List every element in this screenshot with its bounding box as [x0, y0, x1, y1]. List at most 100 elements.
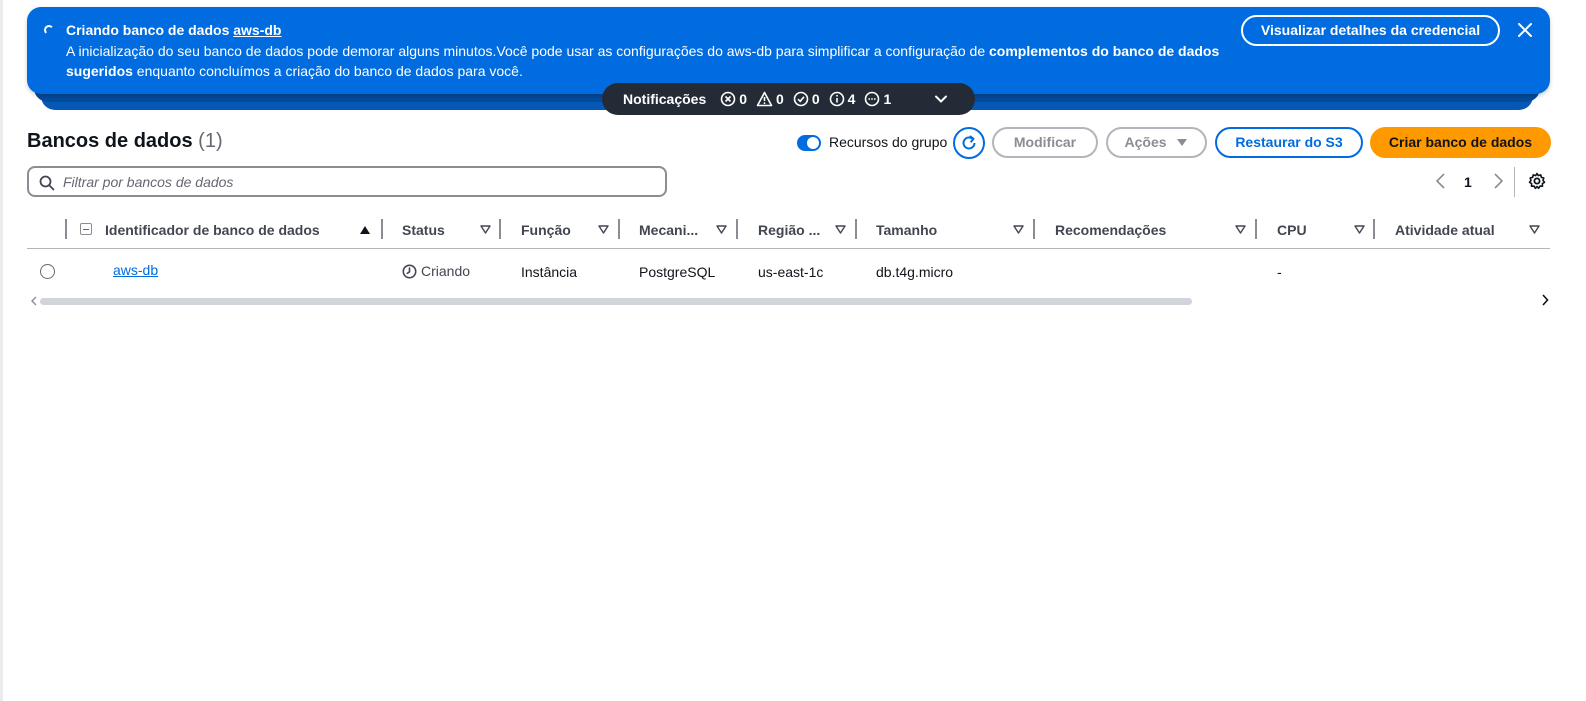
- flash-title-text: Criando banco de dados: [66, 22, 234, 38]
- sort-ascending-icon: [360, 226, 370, 234]
- error-count: 0: [720, 91, 747, 107]
- sort-icon: [1529, 225, 1540, 234]
- in-progress-icon: [865, 91, 880, 107]
- error-count-value: 0: [739, 91, 748, 107]
- sort-icon: [480, 225, 491, 234]
- gear-icon[interactable]: [1528, 172, 1546, 190]
- sort-icon: [1235, 225, 1246, 234]
- column-divider: [1373, 219, 1375, 239]
- column-divider: [65, 219, 67, 239]
- filter-box[interactable]: [27, 166, 667, 197]
- column-header-label: Função: [521, 222, 571, 238]
- row-select-radio[interactable]: [40, 264, 55, 279]
- next-page-icon[interactable]: [1490, 172, 1506, 190]
- engine-cell: PostgreSQL: [639, 264, 716, 280]
- left-border: [0, 0, 3, 701]
- modify-button[interactable]: Modificar: [992, 127, 1098, 158]
- clock-icon: [402, 264, 417, 278]
- page-title: Bancos de dados (1): [27, 130, 223, 153]
- table-header: Identificador de banco de dados Status F…: [27, 212, 1550, 249]
- search-icon: [39, 175, 55, 191]
- warning-count: 0: [756, 91, 784, 107]
- refresh-icon: [962, 135, 976, 150]
- restore-from-s3-button[interactable]: Restaurar do S3: [1215, 127, 1363, 158]
- role-cell: Instância: [521, 264, 578, 280]
- info-count-value: 4: [847, 91, 856, 107]
- current-page[interactable]: 1: [1464, 174, 1472, 190]
- group-resources-label: Recursos do grupo: [829, 134, 948, 150]
- table-row[interactable]: aws-db Criando Instância PostgreSQL us-e…: [27, 250, 1550, 292]
- column-divider: [618, 219, 620, 239]
- flash-body-text-end: enquanto concluímos a criação do banco d…: [132, 63, 523, 79]
- create-database-button[interactable]: Criar banco de dados: [1370, 127, 1551, 158]
- column-header-label: Mecani...: [639, 222, 699, 238]
- column-header-label: CPU: [1277, 222, 1307, 238]
- column-divider: [381, 219, 383, 239]
- flash-body: A inicialização do seu banco de dados po…: [66, 41, 1226, 81]
- region-cell: us-east-1c: [758, 264, 824, 280]
- select-all-checkbox[interactable]: [80, 223, 92, 235]
- actions-label: Ações: [1124, 134, 1167, 150]
- cpu-cell: -: [1277, 264, 1282, 280]
- info-icon: [829, 91, 844, 107]
- column-header-size[interactable]: Tamanho: [876, 212, 1034, 248]
- sort-icon: [1354, 225, 1365, 234]
- success-count: 0: [793, 91, 820, 107]
- flash-title-db: aws-db: [233, 22, 282, 38]
- status-text: Criando: [421, 263, 471, 279]
- sort-icon: [716, 225, 727, 234]
- flash-title: Criando banco de dados aws-db: [66, 22, 281, 38]
- toggle-knob: [807, 137, 819, 149]
- column-divider: [855, 219, 857, 239]
- warning-count-value: 0: [776, 91, 784, 107]
- column-header-current-activity[interactable]: Atividade atual: [1395, 212, 1550, 248]
- in-progress-count-value: 1: [883, 91, 892, 107]
- column-header-recommendations[interactable]: Recomendações: [1055, 212, 1256, 248]
- success-icon: [793, 91, 809, 107]
- sort-icon: [598, 225, 609, 234]
- warning-icon: [756, 91, 773, 107]
- in-progress-count: 1: [864, 91, 891, 107]
- scroll-left-icon[interactable]: [30, 296, 38, 306]
- success-count-value: 0: [811, 91, 820, 107]
- db-count: (1): [198, 130, 223, 152]
- column-header-label: Região ...: [758, 222, 821, 238]
- scroll-right-icon[interactable]: [1541, 294, 1549, 306]
- column-divider: [1033, 219, 1035, 239]
- column-header-label: Atividade atual: [1395, 222, 1495, 238]
- filter-input[interactable]: [63, 172, 653, 192]
- sort-icon: [835, 225, 846, 234]
- actions-dropdown[interactable]: Ações: [1106, 127, 1207, 158]
- horizontal-scrollbar[interactable]: [40, 298, 1192, 305]
- column-header-label: Recomendações: [1055, 222, 1167, 238]
- column-divider: [499, 219, 501, 239]
- column-header-role[interactable]: Função: [521, 212, 619, 248]
- page-title-text: Bancos de dados: [27, 130, 193, 152]
- flash-notification: Criando banco de dados aws-db A iniciali…: [27, 7, 1550, 94]
- column-header-label: Identificador de banco de dados: [105, 222, 320, 238]
- column-divider: [1255, 219, 1257, 239]
- column-header-region[interactable]: Região ...: [758, 212, 856, 248]
- group-resources-toggle[interactable]: [797, 135, 821, 151]
- sort-icon: [1013, 225, 1024, 234]
- notifications-label: Notificações: [623, 91, 707, 107]
- close-icon[interactable]: [1515, 20, 1535, 40]
- caret-down-icon: [1177, 139, 1188, 146]
- column-header-status[interactable]: Status: [402, 212, 501, 248]
- column-header-label: Tamanho: [876, 222, 938, 238]
- column-header-identifier[interactable]: Identificador de banco de dados: [105, 212, 381, 248]
- chevron-down-icon[interactable]: [934, 92, 948, 106]
- loading-spinner-icon: [44, 25, 54, 35]
- notifications-bar[interactable]: Notificações 0 0 0 4 1: [602, 83, 975, 115]
- column-divider: [736, 219, 738, 239]
- view-credential-details-button[interactable]: Visualizar detalhes da credencial: [1241, 15, 1500, 46]
- previous-page-icon[interactable]: [1433, 172, 1449, 190]
- refresh-button[interactable]: [953, 127, 985, 159]
- flash-body-text: A inicialização do seu banco de dados po…: [66, 43, 990, 59]
- status-cell: Criando: [402, 263, 470, 279]
- column-header-engine[interactable]: Mecani...: [639, 212, 737, 248]
- pager-divider: [1514, 167, 1515, 197]
- db-identifier-link[interactable]: aws-db: [113, 262, 158, 278]
- column-header-cpu[interactable]: CPU: [1277, 212, 1375, 248]
- column-header-label: Status: [402, 222, 445, 238]
